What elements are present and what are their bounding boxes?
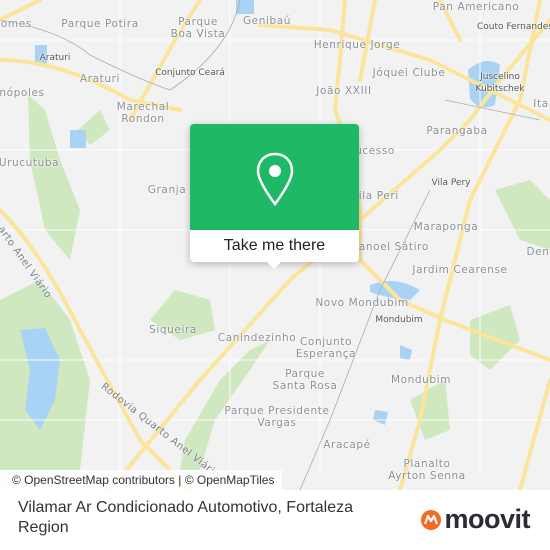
- map[interactable]: Pan Americano Couto Fernandes Gomes Parque …: [0, 0, 550, 490]
- place-label: Parque Boa Vista: [170, 16, 226, 40]
- place-label: Parque Potira: [61, 18, 139, 30]
- place-label: Araturi: [39, 53, 71, 63]
- place-label: Planalto Ayrton Senna: [388, 458, 466, 482]
- place-label: Pan Americano: [432, 1, 520, 13]
- footer: Vilamar Ar Condicionado Automotivo, Fort…: [0, 490, 550, 550]
- place-label: Parangaba: [426, 125, 488, 137]
- place-label: Jardim Cearense: [412, 264, 508, 276]
- place-label: Conjunto Ceará: [155, 68, 225, 78]
- location-popup: Take me there: [190, 124, 359, 269]
- take-me-there-button[interactable]: Take me there: [190, 230, 359, 262]
- place-label: Mondubim: [375, 315, 423, 325]
- place-label: Siqueira: [149, 324, 197, 336]
- place-label: Canindezinho: [217, 332, 297, 344]
- place-label: Parque Presidente Vargas: [224, 405, 330, 429]
- popup-pointer: [266, 261, 282, 269]
- place-label: Marechal Rondon: [116, 101, 170, 125]
- place-label: João XXIII: [316, 85, 372, 97]
- place-label: Vila Pery: [431, 178, 471, 188]
- place-label: Couto Fernandes: [476, 22, 550, 32]
- place-label: Parque Santa Rosa: [272, 368, 338, 392]
- place-label: Den: [526, 246, 550, 258]
- place-label: Granja: [147, 184, 187, 196]
- place-label: Jóquei Clube: [372, 67, 446, 79]
- place-label: Juscelino Kubitschek: [475, 72, 525, 94]
- place-label: Mondubim: [390, 374, 452, 386]
- place-title: Vilamar Ar Condicionado Automotivo, Fort…: [18, 499, 353, 536]
- place-label: Gomes: [0, 18, 32, 30]
- place-label: Novo Mondubim: [315, 297, 409, 309]
- place-label: Urucutuba: [0, 157, 60, 169]
- place-label: Genibaú: [242, 15, 292, 27]
- map-attribution[interactable]: © OpenStreetMap contributors | © OpenMap…: [0, 470, 283, 490]
- place-label: ucesso: [355, 145, 395, 157]
- moovit-logo: moovit: [420, 504, 530, 535]
- place-label: nópoles: [0, 87, 45, 99]
- place-label: Henrique Jorge: [313, 39, 401, 51]
- location-pin-icon: [256, 152, 294, 207]
- place-label: Manoel Sátiro: [349, 241, 429, 253]
- popup-header: [190, 124, 359, 230]
- place-label: Maraponga: [413, 221, 479, 233]
- place-label: Araturi: [79, 73, 121, 85]
- moovit-logo-icon: [421, 509, 442, 530]
- moovit-logo-text: moovit: [444, 504, 530, 534]
- place-label: Ita: [533, 98, 549, 110]
- place-label: Conjunto Esperança: [295, 336, 357, 360]
- place-label: Aracapé: [323, 439, 371, 451]
